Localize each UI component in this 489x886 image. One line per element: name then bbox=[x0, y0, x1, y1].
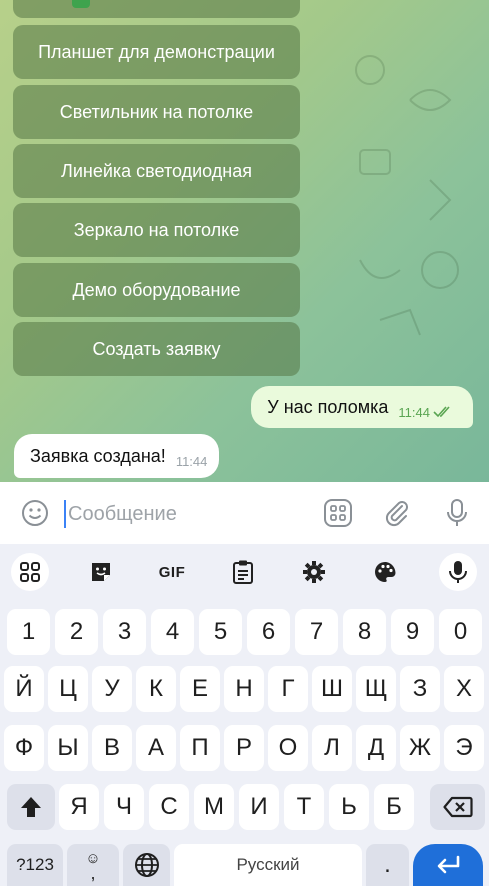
bot-button-tablet[interactable]: Планшет для демонстрации bbox=[13, 25, 300, 79]
read-checkmarks-icon bbox=[433, 406, 450, 418]
key-6[interactable]: 6 bbox=[247, 609, 290, 655]
key-letter[interactable]: К bbox=[136, 666, 176, 712]
enter-arrow-icon bbox=[437, 855, 460, 874]
bot-button-ceiling-mirror[interactable]: Зеркало на потолке bbox=[13, 203, 300, 257]
space-key[interactable]: Русский bbox=[174, 844, 362, 886]
palette-icon[interactable] bbox=[365, 554, 405, 590]
key-9[interactable]: 9 bbox=[391, 609, 434, 655]
voice-input-icon[interactable] bbox=[439, 553, 477, 591]
key-letter[interactable]: Ь bbox=[329, 784, 369, 830]
key-letter[interactable]: Ж bbox=[400, 725, 440, 771]
key-letter[interactable]: Ч bbox=[104, 784, 144, 830]
key-letter[interactable]: Ы bbox=[48, 725, 88, 771]
message-time: 11:44 bbox=[398, 404, 430, 420]
gif-label: GIF bbox=[158, 563, 186, 581]
key-letter[interactable]: С bbox=[149, 784, 189, 830]
bot-button-led-strip[interactable]: Линейка светодиодная bbox=[13, 144, 300, 198]
key-letter[interactable]: Х bbox=[444, 666, 484, 712]
globe-icon bbox=[134, 853, 159, 877]
key-7[interactable]: 7 bbox=[295, 609, 338, 655]
enter-key[interactable] bbox=[413, 844, 483, 886]
key-3[interactable]: 3 bbox=[103, 609, 146, 655]
language-key[interactable] bbox=[123, 844, 170, 886]
key-8[interactable]: 8 bbox=[343, 609, 386, 655]
key-letter[interactable]: М bbox=[194, 784, 234, 830]
key-letter[interactable]: Ц bbox=[48, 666, 88, 712]
gif-button[interactable]: GIF bbox=[152, 554, 192, 590]
emoji-icon[interactable] bbox=[20, 498, 50, 528]
key-letter[interactable]: А bbox=[136, 725, 176, 771]
key-letter[interactable]: Ф bbox=[4, 725, 44, 771]
apps-icon[interactable] bbox=[323, 498, 353, 528]
message-text: Заявка создана! bbox=[30, 445, 166, 466]
comma-label: , bbox=[90, 862, 96, 883]
key-letter[interactable]: И bbox=[239, 784, 279, 830]
symbols-key[interactable]: ?123 bbox=[7, 844, 63, 886]
key-letter[interactable]: Э bbox=[444, 725, 484, 771]
key-letter[interactable]: Т bbox=[284, 784, 324, 830]
bot-button-create-ticket[interactable]: Создать заявку bbox=[13, 322, 300, 376]
keyboard: GIF 1 2 3 4 5 6 7 8 9 0 Й Ц У К Е Н Г Ш … bbox=[0, 544, 489, 886]
message-text: У нас поломка bbox=[267, 396, 389, 417]
key-letter[interactable]: У bbox=[92, 666, 132, 712]
key-letter[interactable]: Д bbox=[356, 725, 396, 771]
chat-area: Планшет для демонстрации Светильник на п… bbox=[0, 0, 489, 482]
backspace-key[interactable] bbox=[430, 784, 485, 830]
sticker-icon[interactable] bbox=[81, 554, 121, 590]
grid-icon[interactable] bbox=[11, 553, 49, 591]
key-5[interactable]: 5 bbox=[199, 609, 242, 655]
emoji-comma-key[interactable]: ☺ , bbox=[67, 844, 119, 886]
key-1[interactable]: 1 bbox=[7, 609, 50, 655]
key-letter[interactable]: Б bbox=[374, 784, 414, 830]
key-letter[interactable]: Л bbox=[312, 725, 352, 771]
message-outgoing[interactable]: У нас поломка 11:44 bbox=[251, 386, 473, 428]
message-input-bar bbox=[0, 482, 489, 544]
message-time: 11:44 bbox=[175, 453, 208, 469]
message-incoming[interactable]: Заявка создана! 11:44 bbox=[14, 434, 220, 478]
background-pattern-icon bbox=[355, 55, 459, 336]
mic-icon[interactable] bbox=[442, 498, 472, 528]
shift-key[interactable] bbox=[7, 784, 55, 830]
key-letter[interactable]: В bbox=[92, 725, 132, 771]
key-letter[interactable]: Е bbox=[180, 666, 220, 712]
key-4[interactable]: 4 bbox=[151, 609, 194, 655]
key-letter[interactable]: Ш bbox=[312, 666, 352, 712]
key-letter[interactable]: Й bbox=[4, 666, 44, 712]
keyboard-toolbar: GIF bbox=[0, 544, 489, 600]
bot-button-demo-equipment[interactable]: Демо оборудование bbox=[13, 263, 300, 317]
key-letter[interactable]: Г bbox=[268, 666, 308, 712]
bot-button-partial-icon bbox=[72, 0, 90, 8]
settings-icon[interactable] bbox=[294, 554, 334, 590]
period-key[interactable]: . bbox=[366, 844, 409, 886]
bot-button-partial[interactable] bbox=[13, 0, 300, 18]
key-letter[interactable]: З bbox=[400, 666, 440, 712]
attach-icon[interactable] bbox=[382, 498, 412, 528]
clipboard-icon[interactable] bbox=[223, 554, 263, 590]
key-letter[interactable]: Р bbox=[224, 725, 264, 771]
key-letter[interactable]: О bbox=[268, 725, 308, 771]
key-letter[interactable]: Щ bbox=[356, 666, 396, 712]
message-input[interactable] bbox=[64, 500, 304, 528]
bot-button-ceiling-light[interactable]: Светильник на потолке bbox=[13, 85, 300, 139]
key-letter[interactable]: П bbox=[180, 725, 220, 771]
key-letter[interactable]: Н bbox=[224, 666, 264, 712]
key-letter[interactable]: Я bbox=[59, 784, 99, 830]
key-0[interactable]: 0 bbox=[439, 609, 482, 655]
key-2[interactable]: 2 bbox=[55, 609, 98, 655]
backspace-icon bbox=[442, 796, 473, 818]
shift-icon bbox=[21, 797, 41, 817]
